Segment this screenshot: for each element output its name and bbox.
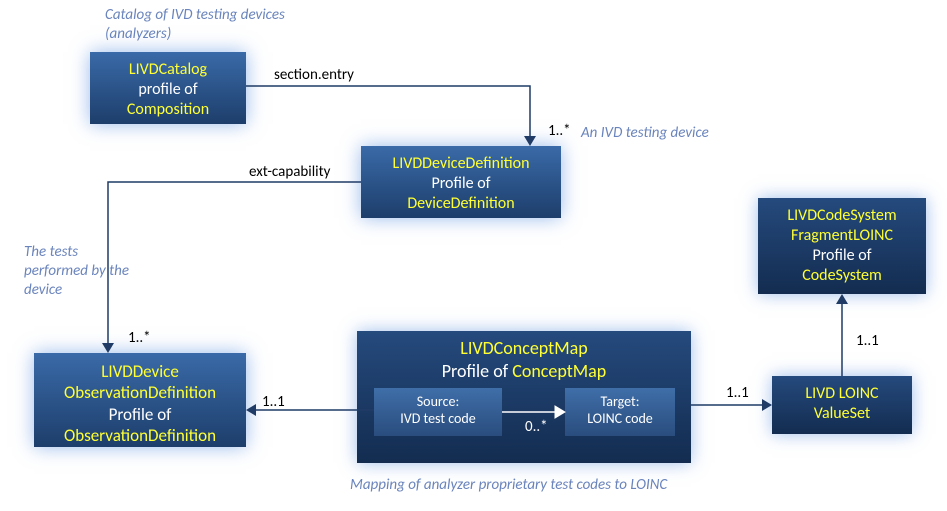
conceptmap-profile-of: Profile of (442, 360, 513, 382)
edge-card-cm-inner: 0..* (525, 418, 548, 436)
catalog-title: LIVDCatalog (100, 60, 236, 80)
edge-card-vs-to-cs: 1..1 (856, 332, 879, 350)
conceptmap-source-b: IVD test code (380, 411, 496, 428)
obsdef-base: ObservationDefinition (44, 425, 236, 446)
edge-label-section-entry: section.entry (274, 66, 354, 84)
conceptmap-source-a: Source: (380, 394, 496, 411)
edge-card-cm-to-obs: 1..1 (262, 393, 285, 411)
obsdef-title-b: ObservationDefinition (44, 382, 236, 403)
caption-mapping: Mapping of analyzer proprietary test cod… (350, 476, 667, 495)
valueset-l2: ValueSet (782, 404, 902, 424)
edge-card-ext-capability: 1..* (128, 329, 151, 347)
catalog-profile-of: profile of (100, 80, 236, 100)
codesystem-l1: LIVDCodeSystem (768, 206, 916, 226)
conceptmap-target-box: Target: LOINC code (565, 388, 675, 436)
devicedef-title: LIVDDeviceDefinition (371, 154, 551, 174)
conceptmap-target-a: Target: (571, 394, 669, 411)
devicedef-profile-of: Profile of (371, 174, 551, 194)
obsdef-profile-of: Profile of (44, 404, 236, 425)
node-livd-codesystem: LIVDCodeSystem FragmentLOINC Profile of … (758, 198, 926, 294)
edge-card-cm-to-vs: 1..1 (726, 384, 749, 402)
edge-label-ext-capability: ext-capability (249, 163, 330, 181)
conceptmap-source-box: Source: IVD test code (374, 388, 502, 436)
caption-catalog: Catalog of IVD testing devices (analyzer… (105, 6, 285, 44)
caption-tests: The tests performed by the device (24, 243, 134, 299)
obsdef-title-a: LIVDDevice (44, 361, 236, 382)
devicedef-base: DeviceDefinition (371, 194, 551, 214)
caption-device: An IVD testing device (581, 124, 709, 143)
node-livd-catalog: LIVDCatalog profile of Composition (90, 52, 246, 124)
codesystem-l2: FragmentLOINC (768, 226, 916, 246)
catalog-base: Composition (100, 100, 236, 120)
node-livd-observation-definition: LIVDDevice ObservationDefinition Profile… (34, 353, 246, 447)
node-livd-device-definition: LIVDDeviceDefinition Profile of DeviceDe… (361, 146, 561, 218)
conceptmap-target-b: LOINC code (571, 411, 669, 428)
codesystem-profile-of: Profile of (768, 246, 916, 266)
conceptmap-title: LIVDConceptMap (367, 337, 681, 360)
valueset-l1: LIVD LOINC (782, 384, 902, 404)
edge-card-section-entry: 1..* (548, 122, 571, 140)
node-livd-loinc-valueset: LIVD LOINC ValueSet (772, 376, 912, 434)
conceptmap-base: ConceptMap (512, 360, 606, 382)
codesystem-base: CodeSystem (768, 266, 916, 286)
